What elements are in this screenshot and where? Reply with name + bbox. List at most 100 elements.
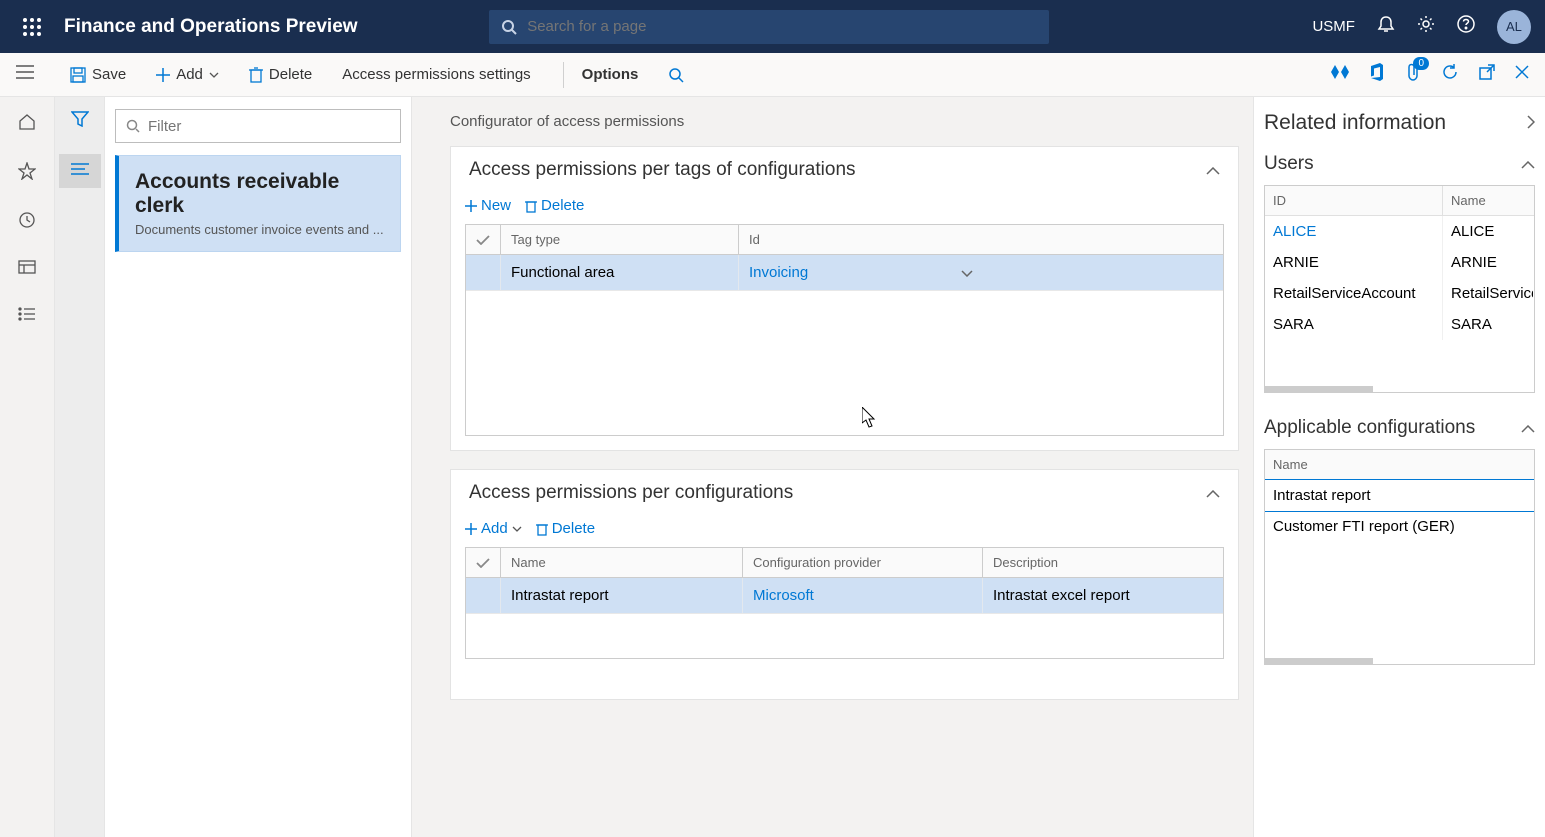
delete-label: Delete	[269, 66, 312, 83]
environment-label[interactable]: USMF	[1312, 18, 1355, 35]
office-icon[interactable]	[1369, 63, 1385, 86]
global-search[interactable]	[489, 10, 1049, 44]
plus-icon	[156, 68, 170, 82]
col-user-name[interactable]: Name	[1443, 186, 1533, 215]
help-icon[interactable]	[1457, 15, 1475, 38]
action-bar: Save Add Delete Access permissions setti…	[0, 53, 1545, 97]
chevron-down-icon[interactable]	[961, 264, 973, 281]
attachments-badge: 0	[1413, 57, 1429, 70]
table-row[interactable]: Functional area Invoicing	[466, 255, 1223, 291]
bell-icon[interactable]	[1377, 15, 1395, 38]
filter-rail	[55, 97, 105, 837]
home-icon[interactable]	[18, 113, 36, 136]
recent-icon[interactable]	[18, 211, 36, 234]
list-panel: Accounts receivable clerk Documents cust…	[105, 97, 412, 837]
star-icon[interactable]	[18, 162, 36, 185]
cell-provider[interactable]: Microsoft	[743, 578, 983, 613]
chevron-up-icon	[1206, 482, 1220, 504]
list-view-icon[interactable]	[59, 154, 101, 188]
col-user-id[interactable]: ID	[1265, 186, 1443, 215]
table-row[interactable]: SARASARA	[1265, 309, 1534, 340]
trash-icon	[249, 67, 263, 83]
access-permissions-settings-link[interactable]: Access permissions settings	[334, 62, 538, 87]
filter-input[interactable]	[148, 118, 390, 135]
col-name[interactable]: Name	[501, 548, 743, 577]
horizontal-scrollbar[interactable]	[1265, 386, 1373, 392]
plus-icon	[465, 200, 477, 212]
search-icon	[501, 19, 517, 35]
chevron-down-icon	[512, 526, 522, 532]
search-action-button[interactable]	[660, 63, 692, 87]
users-table: ID Name ALICEALICE ARNIEARNIE RetailServ…	[1264, 185, 1535, 393]
select-all-checkbox[interactable]	[466, 225, 501, 254]
app-title: Finance and Operations Preview	[64, 16, 358, 38]
save-label: Save	[92, 66, 126, 83]
plus-icon	[465, 523, 477, 535]
close-icon[interactable]	[1515, 65, 1529, 84]
save-button[interactable]: Save	[62, 62, 134, 87]
waffle-icon[interactable]	[14, 18, 50, 36]
col-id[interactable]: Id	[739, 225, 983, 254]
left-navigation-rail	[0, 97, 55, 837]
main-content: Configurator of access permissions Acces…	[412, 97, 1253, 837]
attachments-button[interactable]: 0	[1405, 63, 1421, 86]
table-row[interactable]: RetailServiceAccountRetailServiceAccount	[1265, 278, 1534, 309]
search-icon	[126, 119, 140, 133]
table-row[interactable]: ARNIEARNIE	[1265, 247, 1534, 278]
cell-id[interactable]: Invoicing	[739, 255, 983, 290]
search-icon	[668, 67, 684, 83]
modules-icon[interactable]	[18, 307, 36, 326]
avatar[interactable]: AL	[1497, 10, 1531, 44]
chevron-up-icon	[1521, 417, 1535, 439]
list-item[interactable]: Accounts receivable clerk Documents cust…	[115, 155, 401, 252]
col-config-name[interactable]: Name	[1265, 450, 1534, 479]
delete-button[interactable]: Delete	[241, 62, 320, 87]
card-tags-title: Access permissions per tags of configura…	[469, 159, 856, 181]
horizontal-scrollbar[interactable]	[1265, 658, 1373, 664]
new-button[interactable]: New	[465, 197, 511, 214]
card-configs-title: Access permissions per configurations	[469, 482, 793, 504]
top-navbar: Finance and Operations Preview USMF AL	[0, 0, 1545, 53]
workspace-icon[interactable]	[18, 260, 36, 281]
filter-input-wrap[interactable]	[115, 109, 401, 143]
card-configs-header[interactable]: Access permissions per configurations	[451, 470, 1238, 516]
col-desc[interactable]: Description	[983, 548, 1155, 577]
table-row[interactable]: Intrastat report Microsoft Intrastat exc…	[466, 578, 1223, 614]
add-label: Add	[176, 66, 203, 83]
copilot-icon[interactable]	[1331, 65, 1349, 84]
col-tagtype[interactable]: Tag type	[501, 225, 739, 254]
options-button[interactable]: Options	[574, 62, 647, 87]
popout-icon[interactable]	[1479, 64, 1495, 85]
cell-desc[interactable]: Intrastat excel report	[983, 578, 1155, 613]
add-button[interactable]: Add	[148, 62, 227, 87]
cell-tagtype[interactable]: Functional area	[501, 255, 739, 290]
delete-button[interactable]: Delete	[536, 520, 595, 537]
row-checkbox[interactable]	[466, 255, 501, 290]
table-row[interactable]: Customer FTI report (GER)	[1265, 511, 1534, 542]
table-row[interactable]: ALICEALICE	[1265, 216, 1534, 247]
global-search-input[interactable]	[527, 18, 1037, 35]
separator	[563, 62, 564, 88]
filter-icon[interactable]	[71, 111, 89, 132]
tags-grid: Tag type Id Functional area Invoicing	[465, 224, 1224, 436]
list-item-subtitle: Documents customer invoice events and ..…	[135, 222, 384, 237]
table-row[interactable]: Intrastat report	[1264, 479, 1535, 512]
related-info-title[interactable]: Related information	[1264, 111, 1535, 135]
delete-button[interactable]: Delete	[525, 197, 584, 214]
chevron-up-icon	[1206, 159, 1220, 181]
refresh-icon[interactable]	[1441, 63, 1459, 86]
gear-icon[interactable]	[1417, 15, 1435, 38]
trash-icon	[536, 522, 548, 536]
page-title: Configurator of access permissions	[450, 113, 1239, 130]
users-section-header[interactable]: Users	[1264, 153, 1535, 175]
row-checkbox[interactable]	[466, 578, 501, 613]
save-icon	[70, 67, 86, 83]
select-all-checkbox[interactable]	[466, 548, 501, 577]
hamburger-icon[interactable]	[16, 65, 34, 84]
configs-section-header[interactable]: Applicable configurations	[1264, 417, 1535, 439]
card-tags-header[interactable]: Access permissions per tags of configura…	[451, 147, 1238, 193]
cell-name[interactable]: Intrastat report	[501, 578, 743, 613]
col-provider[interactable]: Configuration provider	[743, 548, 983, 577]
configs-table: Name Intrastat report Customer FTI repor…	[1264, 449, 1535, 665]
add-button[interactable]: Add	[465, 520, 522, 537]
